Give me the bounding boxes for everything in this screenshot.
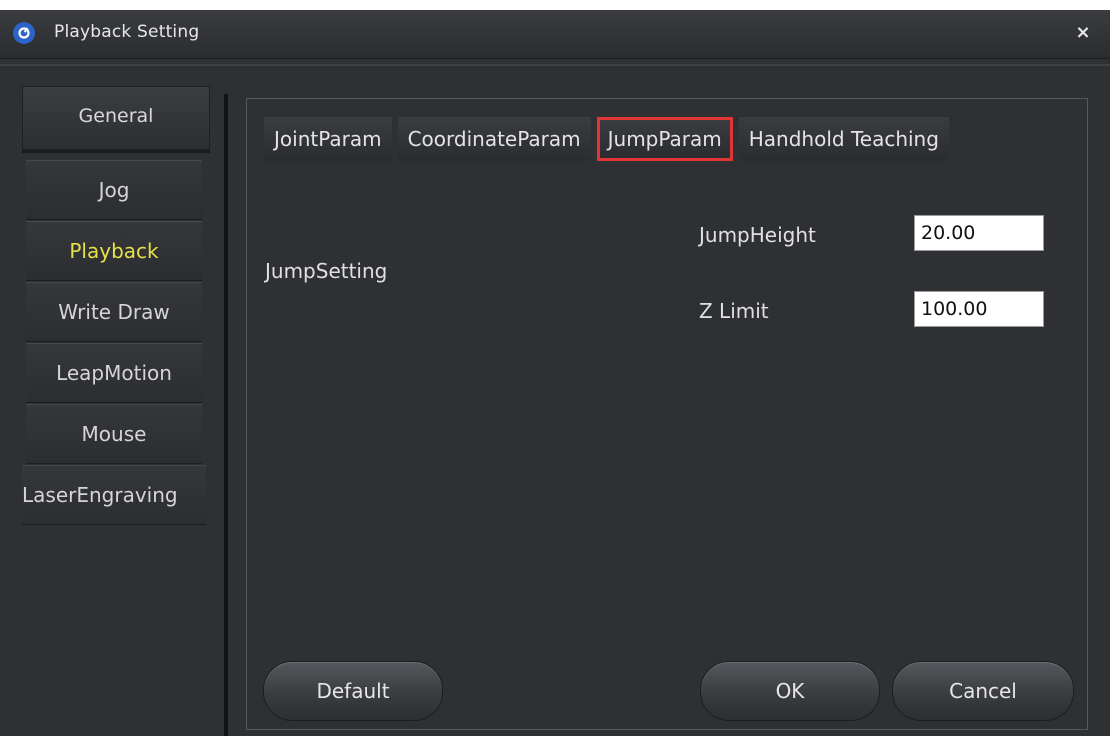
sidebar-item-jog[interactable]: Jog xyxy=(26,160,202,220)
sidebar-divider xyxy=(224,94,228,736)
tab-jumpparam[interactable]: JumpParam xyxy=(596,117,733,161)
sidebar-item-write-draw[interactable]: Write Draw xyxy=(26,282,202,342)
param-tabs: JointParam CoordinateParam JumpParam Han… xyxy=(264,117,955,161)
tab-jointparam[interactable]: JointParam xyxy=(264,117,392,161)
tab-coordinateparam[interactable]: CoordinateParam xyxy=(397,117,591,161)
tab-handhold-teaching[interactable]: Handhold Teaching xyxy=(738,117,949,161)
settings-panel: JointParam CoordinateParam JumpParam Han… xyxy=(246,98,1088,730)
jump-height-label: JumpHeight xyxy=(699,223,816,247)
jump-setting-label: JumpSetting xyxy=(265,259,388,283)
sidebar-header-general[interactable]: General xyxy=(22,86,210,150)
sidebar-item-mouse[interactable]: Mouse xyxy=(26,404,202,464)
playback-setting-window: Playback Setting × General Jog Playback … xyxy=(0,10,1110,736)
sidebar-item-playback[interactable]: Playback xyxy=(26,221,202,281)
jump-height-input[interactable] xyxy=(914,215,1044,251)
cancel-button[interactable]: Cancel xyxy=(892,661,1074,721)
title-separator xyxy=(0,64,1110,66)
z-limit-label: Z Limit xyxy=(699,299,769,323)
window-title: Playback Setting xyxy=(54,22,200,42)
close-icon[interactable]: × xyxy=(1072,22,1094,44)
dobot-logo-icon xyxy=(13,22,35,44)
title-bar: Playback Setting × xyxy=(0,10,1110,59)
ok-button[interactable]: OK xyxy=(700,661,880,721)
sidebar-item-laserengraving[interactable]: LaserEngraving xyxy=(22,465,206,525)
z-limit-input[interactable] xyxy=(914,291,1044,327)
default-button[interactable]: Default xyxy=(263,661,443,721)
sidebar-item-leapmotion[interactable]: LeapMotion xyxy=(26,343,202,403)
